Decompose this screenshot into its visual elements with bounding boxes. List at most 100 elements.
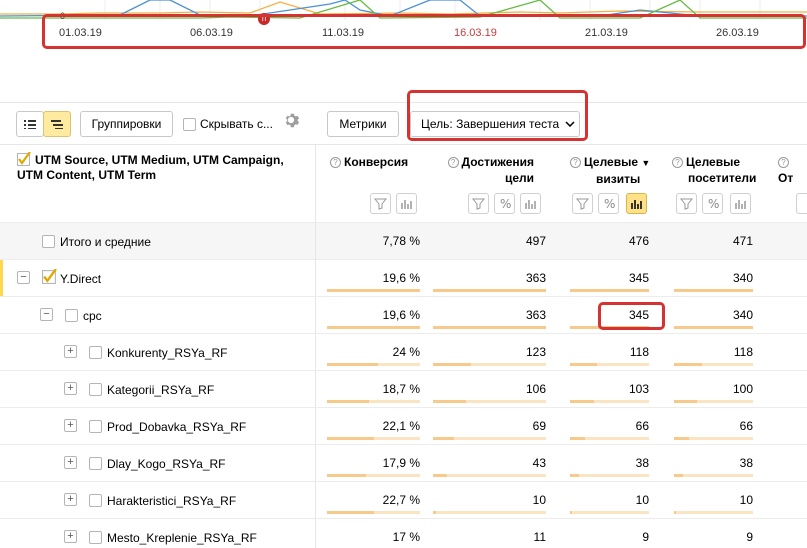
help-icon[interactable]: ? <box>447 157 459 168</box>
metric-cell: 24 % <box>392 345 420 359</box>
row-checkbox[interactable] <box>65 309 78 322</box>
row-name[interactable]: Kategorii_RSYa_RF <box>107 383 214 397</box>
metric-bar-track <box>674 474 753 477</box>
metric-cell: 19,6 % <box>382 271 420 285</box>
metric-bar-fill <box>674 511 676 514</box>
expand-icon[interactable]: + <box>64 419 77 432</box>
metric-bar-fill <box>433 400 466 403</box>
metric-bar-track <box>327 437 420 440</box>
metric-bar-track <box>433 511 546 514</box>
metric-cell: 66 <box>635 419 649 433</box>
expand-icon[interactable]: + <box>64 345 77 358</box>
hide-checkbox[interactable] <box>183 117 196 131</box>
metric-cell: 22,1 % <box>382 419 420 433</box>
row-checkbox[interactable] <box>42 235 55 248</box>
metric-cell: 9 <box>642 530 649 544</box>
metric-bar-fill <box>570 474 579 477</box>
tree-view-button[interactable] <box>43 111 71 137</box>
chart-toggle-button[interactable] <box>730 193 751 214</box>
expand-icon[interactable]: + <box>64 456 77 469</box>
table-row[interactable]: − cpc 19,6 % 363 345 340 <box>0 296 807 333</box>
bars-icon <box>631 200 642 209</box>
percent-icon: % <box>500 197 511 211</box>
expand-icon[interactable]: + <box>64 493 77 506</box>
table-row[interactable]: − Y.Direct 19,6 % 363 345 340 <box>0 259 807 297</box>
metric-bar-track <box>327 511 420 514</box>
row-name[interactable]: Y.Direct <box>60 272 101 286</box>
percent-button[interactable]: % <box>598 193 619 214</box>
row-name[interactable]: Итого и средние <box>60 235 151 249</box>
metric-bar-track <box>327 474 420 477</box>
table-row[interactable]: + Dlay_Kogo_RSYa_RF 17,9 % 43 38 38 <box>0 444 807 481</box>
metric-bar-track <box>674 400 753 403</box>
percent-button[interactable]: % <box>702 193 723 214</box>
collapse-icon[interactable]: − <box>17 271 30 284</box>
row-checkbox[interactable] <box>89 531 102 544</box>
groupings-button[interactable]: Группировки <box>80 111 173 137</box>
row-checkbox-checked[interactable] <box>42 268 57 287</box>
row-name[interactable]: Dlay_Kogo_RSYa_RF <box>107 457 226 471</box>
filter-button[interactable] <box>572 193 593 214</box>
dimensions-title[interactable]: UTM Source, UTM Medium, UTM Campaign, UT… <box>17 153 312 183</box>
row-checkbox[interactable] <box>89 346 102 359</box>
metric-cell: 106 <box>525 382 546 396</box>
table-row[interactable]: + Harakteristici_RSYa_RF 22,7 % 10 10 10 <box>0 481 807 518</box>
percent-button[interactable]: % <box>494 193 515 214</box>
metric-cell: 476 <box>628 234 649 248</box>
row-checkbox[interactable] <box>89 420 102 433</box>
table-row[interactable]: + Mesto_Kreplenie_RSYa_RF 17 % 11 9 9 <box>0 518 807 548</box>
column-header-conversion[interactable]: ? Конверсия <box>330 154 408 170</box>
table-header: UTM Source, UTM Medium, UTM Campaign, UT… <box>0 144 807 222</box>
metric-cell: 10 <box>635 493 649 507</box>
row-name[interactable]: Mesto_Kreplenie_RSYa_RF <box>107 531 257 545</box>
row-checkbox[interactable] <box>89 494 102 507</box>
metric-bar-fill <box>327 400 369 403</box>
svg-text:%: % <box>708 197 719 211</box>
row-checkbox[interactable] <box>89 383 102 396</box>
column-header-goal-reaches[interactable]: ? Достижения цели <box>444 154 534 186</box>
totals-row[interactable]: Итого и средние 7,78 % 497 476 471 <box>0 222 807 259</box>
row-name[interactable]: Prod_Dobavka_RSYa_RF <box>107 420 246 434</box>
chart-toggle-button[interactable] <box>396 193 417 214</box>
filter-icon <box>471 198 486 210</box>
help-icon[interactable]: ? <box>672 157 683 168</box>
metric-cell: 10 <box>739 493 753 507</box>
collapse-icon[interactable]: − <box>40 308 53 321</box>
help-icon[interactable]: ? <box>330 157 341 168</box>
table-row[interactable]: + Konkurenty_RSYa_RF 24 % 123 118 118 <box>0 333 807 370</box>
chart-toggle-button-active[interactable] <box>626 193 647 214</box>
list-view-button[interactable] <box>16 111 44 137</box>
row-name[interactable]: Konkurenty_RSYa_RF <box>107 346 228 360</box>
filter-button[interactable] <box>468 193 489 214</box>
metric-bar-track <box>433 326 546 329</box>
filter-button[interactable] <box>676 193 697 214</box>
help-icon[interactable]: ? <box>778 157 789 168</box>
metric-bar-fill <box>674 289 753 292</box>
metric-cell: 17,9 % <box>382 456 420 470</box>
highlight-frame-goal <box>407 90 588 141</box>
hide-checkbox-control[interactable]: Скрывать с... <box>183 117 273 131</box>
metric-cell: 17 % <box>392 530 420 544</box>
row-checkbox[interactable] <box>89 457 102 470</box>
gear-icon[interactable] <box>282 111 300 129</box>
row-name[interactable]: cpc <box>83 309 102 323</box>
metric-cell: 10 <box>532 493 546 507</box>
filter-button[interactable] <box>370 193 391 214</box>
filter-button[interactable] <box>796 193 807 214</box>
metric-cell: 118 <box>629 345 649 359</box>
table-row[interactable]: + Kategorii_RSYa_RF 18,7 % 106 103 100 <box>0 370 807 407</box>
expand-icon[interactable]: + <box>64 382 77 395</box>
metric-bar-fill <box>433 437 454 440</box>
help-icon[interactable]: ? <box>570 157 581 168</box>
filter-icon <box>373 198 388 210</box>
column-header-partial[interactable]: ?От <box>778 154 807 186</box>
column-header-target-visitors[interactable]: ? Целевые посетители <box>672 154 762 186</box>
expand-icon[interactable]: + <box>64 530 77 543</box>
column-header-target-visits[interactable]: ? Целевые ▼ визиты <box>570 154 654 187</box>
chart-toggle-button[interactable] <box>520 193 541 214</box>
row-name[interactable]: Harakteristici_RSYa_RF <box>107 494 236 508</box>
metrics-button[interactable]: Метрики <box>327 111 399 137</box>
svg-text:%: % <box>604 197 615 211</box>
table-row[interactable]: + Prod_Dobavka_RSYa_RF 22,1 % 69 66 66 <box>0 407 807 444</box>
metric-cell: 340 <box>732 271 753 285</box>
